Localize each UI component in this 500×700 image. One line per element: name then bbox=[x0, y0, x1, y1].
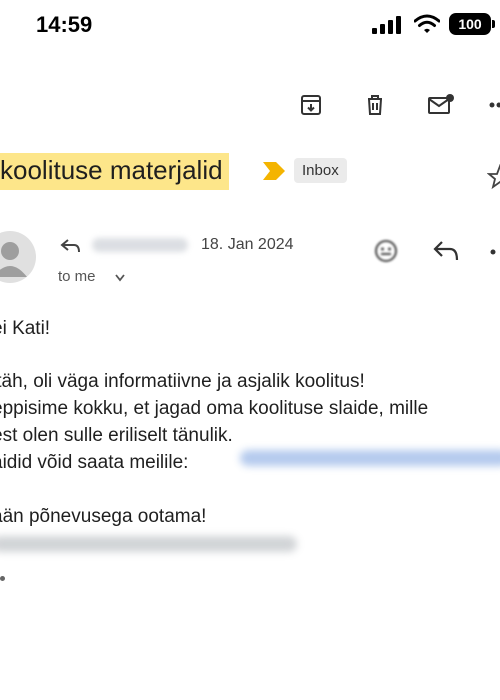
delete-button[interactable] bbox=[360, 90, 390, 120]
important-marker-icon[interactable] bbox=[263, 162, 285, 180]
replied-icon bbox=[60, 239, 80, 253]
emoji-reaction-icon[interactable] bbox=[373, 238, 399, 264]
status-time: 14:59 bbox=[36, 12, 93, 37]
email-address-link-redacted[interactable] bbox=[240, 450, 500, 466]
archive-button[interactable] bbox=[296, 90, 326, 120]
person-icon bbox=[0, 242, 27, 277]
body-line: eppisime kokku, et jagad oma koolituse s… bbox=[0, 398, 429, 419]
more-icon bbox=[489, 102, 500, 108]
archive-icon bbox=[301, 95, 321, 115]
message-more-icon[interactable] bbox=[489, 240, 497, 264]
mark-unread-icon bbox=[428, 94, 454, 114]
inbox-label-chip[interactable]: Inbox bbox=[294, 158, 347, 183]
sender-name-redacted bbox=[92, 238, 188, 252]
reply-icon[interactable] bbox=[432, 240, 460, 262]
sender-avatar[interactable] bbox=[0, 231, 36, 283]
body-line: itäh, oli väga informatiivne ja asjalik … bbox=[0, 371, 365, 392]
email-closing: ään põnevusega ootama! bbox=[0, 506, 207, 527]
body-line: est olen sulle eriliselt tänulik. bbox=[0, 425, 233, 446]
more-options-button[interactable] bbox=[484, 90, 500, 120]
signature-redacted bbox=[0, 536, 297, 552]
star-icon[interactable] bbox=[487, 164, 500, 190]
email-subject: koolituse materjalid bbox=[0, 153, 229, 190]
battery-indicator: 100 bbox=[449, 13, 495, 35]
chevron-down-icon[interactable] bbox=[115, 274, 125, 282]
cellular-signal-icon bbox=[372, 16, 401, 34]
body-line: aidid võid saata meilile: bbox=[0, 452, 189, 473]
wifi-icon bbox=[414, 14, 440, 33]
mark-unread-button[interactable] bbox=[426, 90, 456, 120]
recipient-details[interactable]: to me bbox=[58, 268, 96, 285]
delete-icon bbox=[368, 95, 382, 115]
email-date: 18. Jan 2024 bbox=[201, 236, 294, 253]
show-trimmed-content[interactable] bbox=[0, 576, 5, 581]
email-greeting: ei Kati! bbox=[0, 318, 51, 339]
